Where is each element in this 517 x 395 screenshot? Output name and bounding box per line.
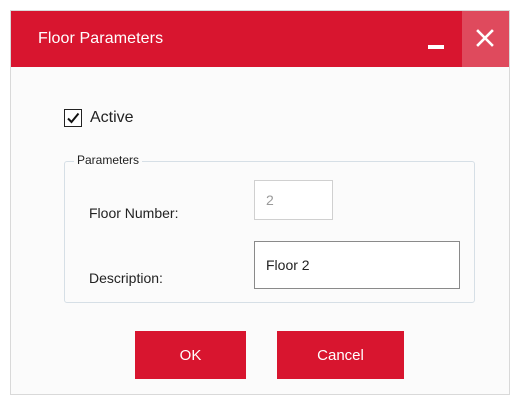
minimize-icon xyxy=(428,45,444,49)
active-label: Active xyxy=(90,109,134,126)
dialog-title: Floor Parameters xyxy=(38,30,164,47)
floor-number-field[interactable] xyxy=(254,180,333,220)
ok-button[interactable]: OK xyxy=(135,331,246,379)
title-bar[interactable]: Floor Parameters xyxy=(11,11,509,67)
parameters-group: Parameters Floor Number: Description: xyxy=(64,153,475,303)
close-button[interactable] xyxy=(462,11,509,67)
checkmark-icon xyxy=(67,112,80,124)
parameters-legend: Parameters xyxy=(74,153,143,167)
screen: Floor Parameters Active Parameters Floor… xyxy=(0,0,517,395)
close-icon xyxy=(476,29,494,47)
floor-parameters-dialog: Floor Parameters Active Parameters Floor… xyxy=(10,10,510,395)
floor-number-label: Floor Number: xyxy=(89,205,179,221)
cancel-button[interactable]: Cancel xyxy=(277,331,404,379)
description-field[interactable] xyxy=(254,241,460,289)
active-checkbox[interactable] xyxy=(64,109,82,127)
description-label: Description: xyxy=(89,270,163,286)
active-checkbox-row[interactable]: Active xyxy=(64,109,134,127)
minimize-button[interactable] xyxy=(413,11,460,67)
